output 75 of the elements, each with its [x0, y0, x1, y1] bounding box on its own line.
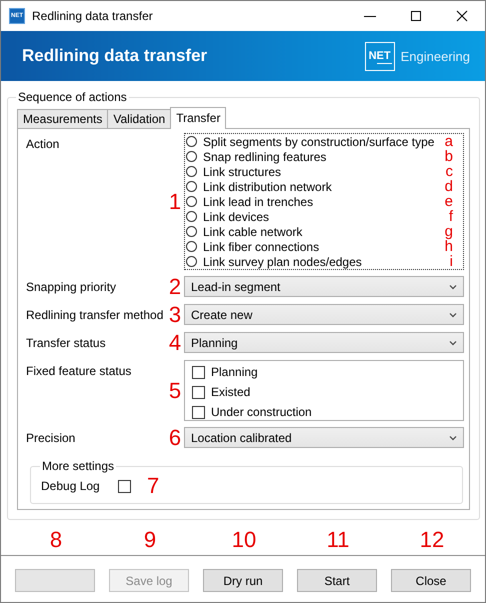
checkbox[interactable] [118, 480, 131, 492]
annotation-letter: b [444, 148, 453, 165]
brand-name: Engineering [400, 48, 470, 64]
annotation-letter: f [448, 208, 453, 225]
radio-label[interactable]: Link lead in trenches [203, 194, 441, 208]
radio-label[interactable]: Split segments by construction/surface type [203, 134, 441, 148]
tab[interactable]: Measurements [17, 109, 108, 128]
annotation-number: 10 [230, 529, 258, 551]
checkbox-label[interactable]: Under construction [211, 405, 312, 419]
checkbox-label: Debug Log [41, 479, 101, 493]
annotation-letter: g [444, 223, 453, 240]
annotation-number: 11 [326, 529, 350, 551]
radio-label[interactable]: Link fiber connections [203, 240, 441, 254]
radio-button[interactable] [186, 181, 197, 192]
tab[interactable]: Transfer [170, 107, 226, 129]
dropdown[interactable]: Planning [184, 332, 464, 353]
annotation-number: 2 [168, 276, 182, 298]
radio-button[interactable] [186, 166, 197, 177]
button[interactable]: Start [297, 569, 377, 592]
company-logo: NET [364, 42, 395, 70]
annotation-letter: c [444, 163, 453, 180]
chevron-down-icon [449, 434, 457, 440]
radio-label[interactable]: Link cable network [203, 224, 441, 238]
annotation-number: 9 [142, 529, 158, 551]
dropdown[interactable]: Location calibrated [184, 427, 464, 448]
checkbox[interactable] [192, 386, 205, 398]
checkbox[interactable] [192, 406, 205, 418]
radio-button[interactable] [186, 136, 197, 147]
chevron-down-icon [449, 340, 457, 346]
field-label: Fixed feature status [26, 363, 132, 378]
radio-button[interactable] [186, 151, 197, 162]
radio-button[interactable] [186, 226, 197, 237]
radio-label[interactable]: Link structures [203, 164, 441, 178]
annotation-letter: a [444, 133, 453, 150]
annotation-letter: h [444, 238, 453, 255]
checkbox[interactable] [192, 366, 205, 378]
annotation-letter: d [444, 178, 453, 195]
button[interactable]: Dry run [203, 569, 283, 592]
field-label: Action [26, 136, 60, 151]
group-title: Sequence of actions [17, 90, 128, 104]
annotation-number: 3 [168, 304, 182, 326]
annotation-letter: e [444, 193, 453, 210]
field-label: Snapping priority [26, 279, 118, 294]
checkbox-label[interactable]: Planning [211, 365, 258, 379]
radio-button[interactable] [186, 211, 197, 222]
group-title: More settings [41, 459, 116, 473]
window-title: Redlining data transfer [32, 9, 154, 23]
maximize-icon[interactable] [410, 10, 422, 22]
annotation-number: 12 [418, 529, 446, 551]
dropdown[interactable]: Lead-in segment [184, 276, 464, 297]
radio-button[interactable] [186, 196, 197, 207]
dropdown[interactable]: Create new [184, 304, 464, 325]
field-label: Redlining transfer method [26, 307, 164, 322]
radio-label[interactable]: Link distribution network [203, 180, 441, 194]
chevron-down-icon [449, 284, 457, 290]
radio-label[interactable]: Link devices [203, 210, 441, 224]
annotation-number: 7 [147, 475, 160, 497]
button[interactable]: Close [391, 569, 471, 592]
checkbox-label[interactable]: Existed [211, 385, 250, 399]
field-label: Precision [26, 430, 76, 445]
banner-title: Redlining data transfer [22, 46, 208, 66]
annotation-number: 4 [168, 332, 182, 354]
field-label: Transfer status [26, 335, 107, 350]
annotation-letter: i [448, 253, 453, 270]
annotation-number: 6 [168, 427, 182, 449]
annotation-number: 5 [168, 380, 182, 402]
annotation-number: 8 [48, 529, 64, 551]
annotation-number: 1 [168, 190, 182, 212]
radio-button[interactable] [186, 241, 197, 252]
chevron-down-icon [449, 312, 457, 318]
tab[interactable]: Validation [107, 109, 172, 128]
close-icon[interactable] [456, 10, 468, 22]
radio-label[interactable]: Link survey plan nodes/edges [203, 254, 441, 268]
radio-label[interactable]: Snap redlining features [203, 150, 441, 164]
radio-button[interactable] [186, 256, 197, 267]
